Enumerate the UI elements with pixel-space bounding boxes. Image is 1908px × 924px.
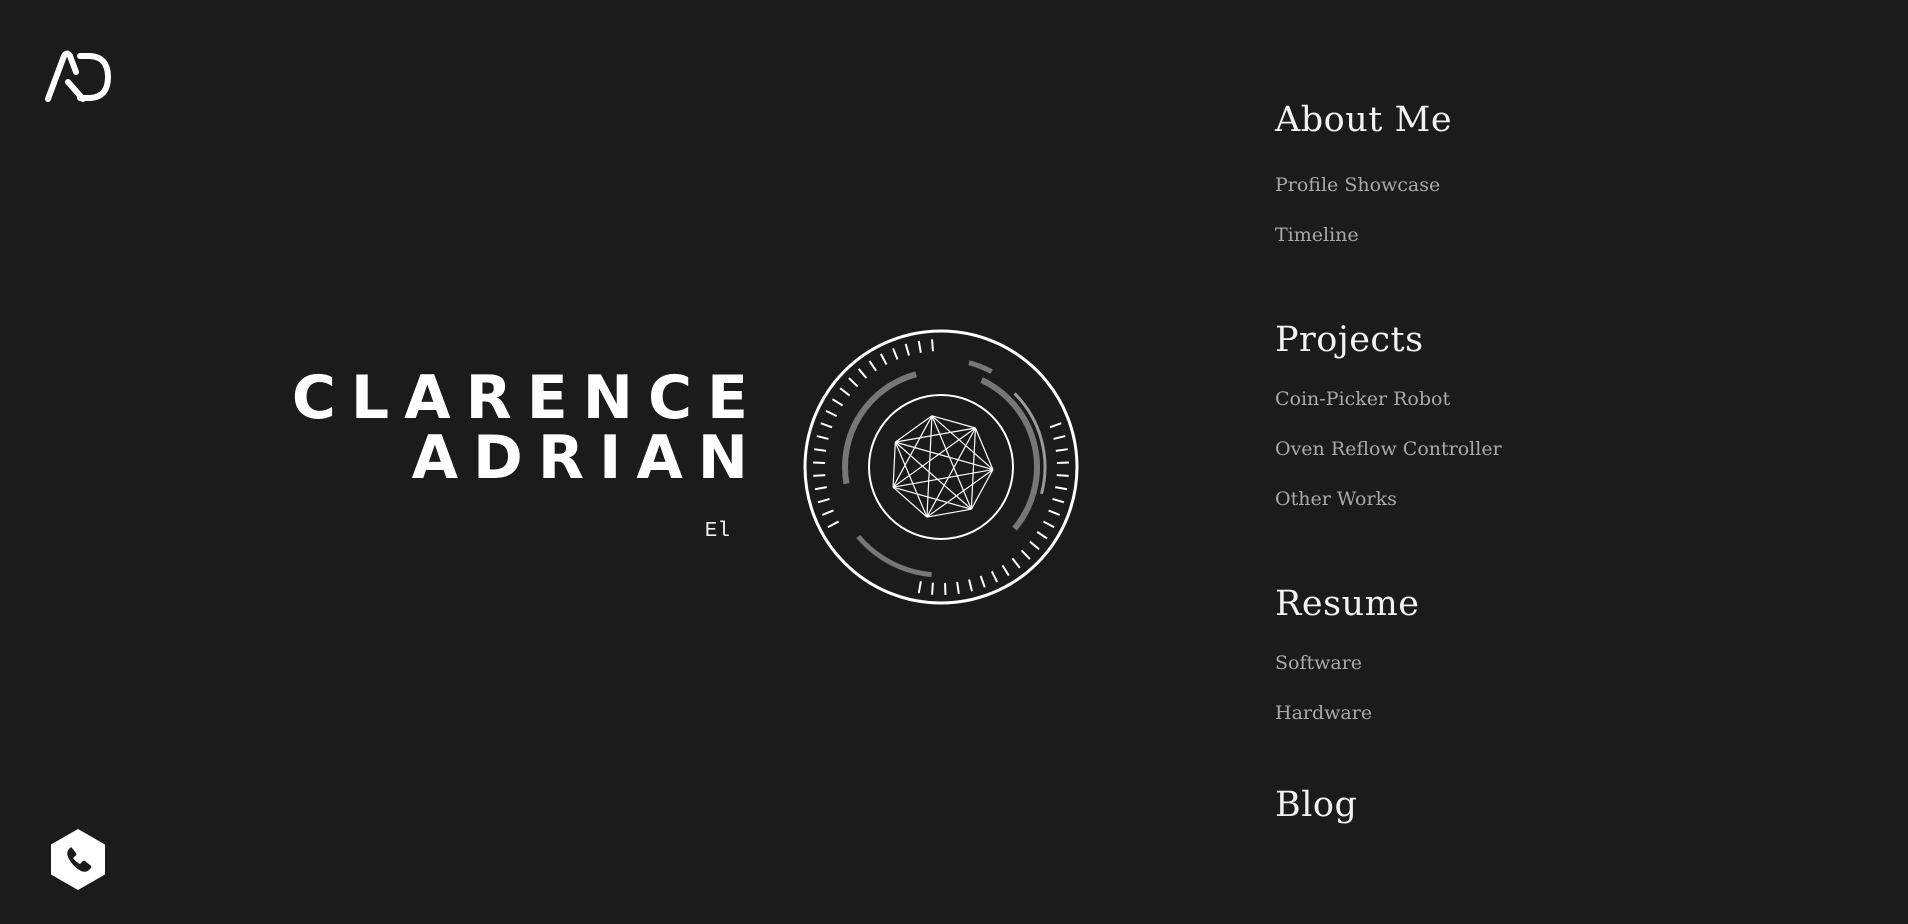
nav-link-coin-picker-robot[interactable]: Coin-Picker Robot xyxy=(1275,388,1450,410)
nav-link-hardware[interactable]: Hardware xyxy=(1275,702,1372,724)
nav-link-software[interactable]: Software xyxy=(1275,652,1362,674)
nav-heading-about[interactable]: About Me xyxy=(1275,100,1452,140)
nav-link-oven-reflow-controller[interactable]: Oven Reflow Controller xyxy=(1275,438,1502,460)
nav-heading-projects[interactable]: Projects xyxy=(1275,320,1424,360)
hero-name: CLARENCE ADRIAN xyxy=(240,368,748,488)
nav-heading-blog[interactable]: Blog xyxy=(1275,785,1357,825)
nav-link-other-works[interactable]: Other Works xyxy=(1275,488,1397,510)
hero-subtitle: El xyxy=(704,520,730,543)
nav-heading-resume[interactable]: Resume xyxy=(1275,584,1419,624)
hero-last-name: ADRIAN xyxy=(411,423,763,493)
ad-logo-icon[interactable] xyxy=(44,50,112,102)
site-navigation: About Me Profile Showcase Timeline Proje… xyxy=(1275,0,1835,924)
phone-icon[interactable] xyxy=(50,828,106,891)
nav-link-profile-showcase[interactable]: Profile Showcase xyxy=(1275,174,1440,196)
circular-hud-emblem-icon xyxy=(800,326,1082,608)
nav-link-timeline[interactable]: Timeline xyxy=(1275,224,1359,246)
hero-first-name: CLARENCE xyxy=(291,363,763,433)
